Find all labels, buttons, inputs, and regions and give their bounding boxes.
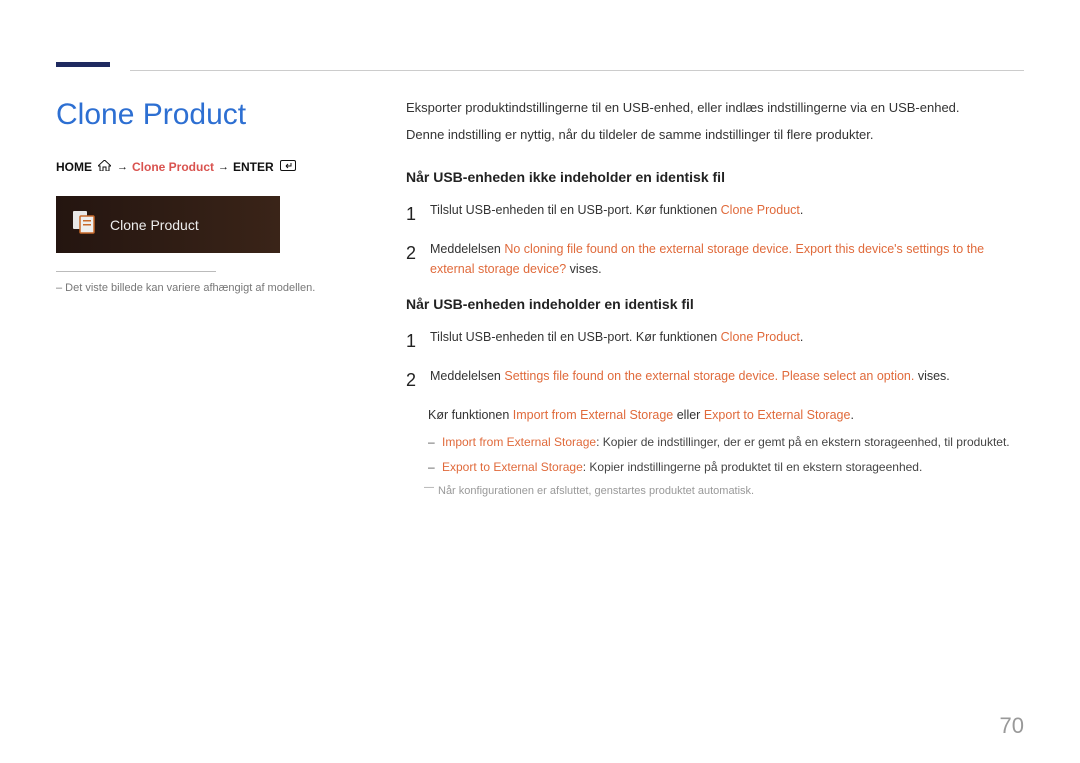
step-text: . [800, 330, 803, 344]
function-note: Kør funktionen Import from External Stor… [428, 405, 1024, 425]
step-body: Tilslut USB-enheden til en USB-port. Kør… [430, 200, 1024, 229]
note-text: Kør funktionen [428, 408, 513, 422]
step-number: 1 [406, 327, 430, 356]
model-caption: – Det viste billede kan variere afhængig… [56, 282, 356, 294]
bullet-text: : Kopier indstillingerne på produktet ti… [583, 460, 923, 474]
dash-icon: – [428, 458, 442, 477]
step-row: 2 Meddelelsen No cloning file found on t… [406, 239, 1024, 279]
footnote: Når konfigurationen er afsluttet, gensta… [428, 483, 1024, 501]
dash-icon: – [428, 433, 442, 452]
function-name: Clone Product [721, 330, 800, 344]
bullet-item: – Export to External Storage: Kopier ind… [428, 458, 1024, 477]
arrow-icon: → [117, 161, 128, 173]
note-text: eller [673, 408, 704, 422]
function-name: Clone Product [721, 203, 800, 217]
section-heading: Når USB-enheden indeholder en identisk f… [406, 293, 1024, 315]
section-heading: Når USB-enheden ikke indeholder en ident… [406, 166, 1024, 188]
page-title: Clone Product [56, 98, 356, 132]
clone-product-tile: Clone Product [56, 196, 280, 253]
right-column: Eksporter produktindstillingerne til en … [396, 98, 1024, 501]
left-column: Clone Product HOME → Clone Product → ENT… [56, 98, 396, 501]
accent-bar [56, 62, 110, 67]
function-name: Import from External Storage [442, 435, 596, 449]
step-number: 2 [406, 239, 430, 279]
step-number: 2 [406, 366, 430, 395]
intro-line: Eksporter produktindstillingerne til en … [406, 98, 1024, 119]
bullet-item: – Import from External Storage: Kopier d… [428, 433, 1024, 452]
enter-icon [280, 160, 296, 174]
home-icon [98, 160, 111, 174]
breadcrumb-enter: ENTER [233, 160, 274, 174]
step-text: Tilslut USB-enheden til en USB-port. Kør… [430, 203, 721, 217]
breadcrumb-clone: Clone Product [132, 160, 214, 174]
tile-label: Clone Product [110, 217, 199, 233]
step-text: vises. [914, 369, 949, 383]
step-text: Meddelelsen [430, 242, 504, 256]
clone-icon [70, 208, 98, 241]
short-divider [56, 271, 216, 272]
bullet-text: : Kopier de indstillinger, der er gemt p… [596, 435, 1010, 449]
step-row: 1 Tilslut USB-enheden til en USB-port. K… [406, 327, 1024, 356]
function-name: Export to External Storage [704, 408, 851, 422]
breadcrumb: HOME → Clone Product → ENTER [56, 160, 356, 174]
message-text: No cloning file found on the external st… [430, 242, 984, 276]
message-text: Settings file found on the external stor… [504, 369, 914, 383]
step-text: vises. [566, 262, 601, 276]
step-text: Tilslut USB-enheden til en USB-port. Kør… [430, 330, 721, 344]
top-divider [130, 70, 1024, 71]
intro-block: Eksporter produktindstillingerne til en … [406, 98, 1024, 146]
step-body: Tilslut USB-enheden til en USB-port. Kør… [430, 327, 1024, 356]
step-body: Meddelelsen No cloning file found on the… [430, 239, 1024, 279]
function-name: Export to External Storage [442, 460, 583, 474]
note-text: . [850, 408, 853, 422]
step-row: 1 Tilslut USB-enheden til en USB-port. K… [406, 200, 1024, 229]
step-text: . [800, 203, 803, 217]
arrow-icon: → [218, 161, 229, 173]
step-text: Meddelelsen [430, 369, 504, 383]
step-body: Meddelelsen Settings file found on the e… [430, 366, 1024, 395]
page-number: 70 [1000, 713, 1024, 739]
intro-line: Denne indstilling er nyttig, når du tild… [406, 125, 1024, 146]
step-number: 1 [406, 200, 430, 229]
function-name: Import from External Storage [513, 408, 673, 422]
breadcrumb-home: HOME [56, 160, 92, 174]
step-row: 2 Meddelelsen Settings file found on the… [406, 366, 1024, 395]
